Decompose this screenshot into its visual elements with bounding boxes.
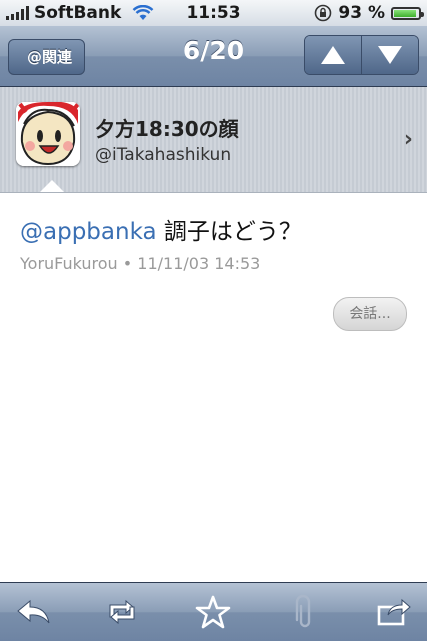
tweet-text: @appbanka 調子はどう？ <box>20 212 302 246</box>
user-display-name: 夕方18:30の顔 <box>95 117 239 141</box>
conversation-button[interactable]: 会話... <box>333 297 407 331</box>
status-bar: SoftBank 11:53 93 % <box>0 0 427 26</box>
prev-next-control <box>304 35 419 75</box>
user-header[interactable]: 夕方18:30の顔 @iTakahashikun › <box>0 87 427 193</box>
orientation-lock-icon <box>315 4 332 22</box>
tweet-meta: YoruFukurou • 11/11/03 14:53 <box>20 254 261 273</box>
arrow-down-icon <box>378 46 402 64</box>
status-right: 93 % <box>314 3 424 23</box>
share-icon[interactable] <box>374 594 414 630</box>
bottom-toolbar <box>0 582 427 641</box>
chevron-right-icon: › <box>403 127 413 152</box>
avatar[interactable] <box>16 102 80 166</box>
reply-icon[interactable] <box>14 594 54 630</box>
previous-button[interactable] <box>305 36 361 74</box>
retweet-icon[interactable] <box>102 594 142 630</box>
paperclip-icon <box>285 594 325 630</box>
header-pointer <box>40 180 64 192</box>
next-button[interactable] <box>361 36 418 74</box>
battery-percent: 93 % <box>338 3 385 23</box>
arrow-up-icon <box>321 46 345 64</box>
battery-icon <box>391 6 424 20</box>
tweet-body: 調子はどう？ <box>156 219 302 245</box>
navigation-bar: @関連 6/20 <box>0 26 427 87</box>
mention-link[interactable]: @appbanka <box>20 219 157 245</box>
avatar-image <box>16 102 80 166</box>
user-handle: @iTakahashikun <box>95 145 232 165</box>
star-icon[interactable] <box>193 594 233 630</box>
